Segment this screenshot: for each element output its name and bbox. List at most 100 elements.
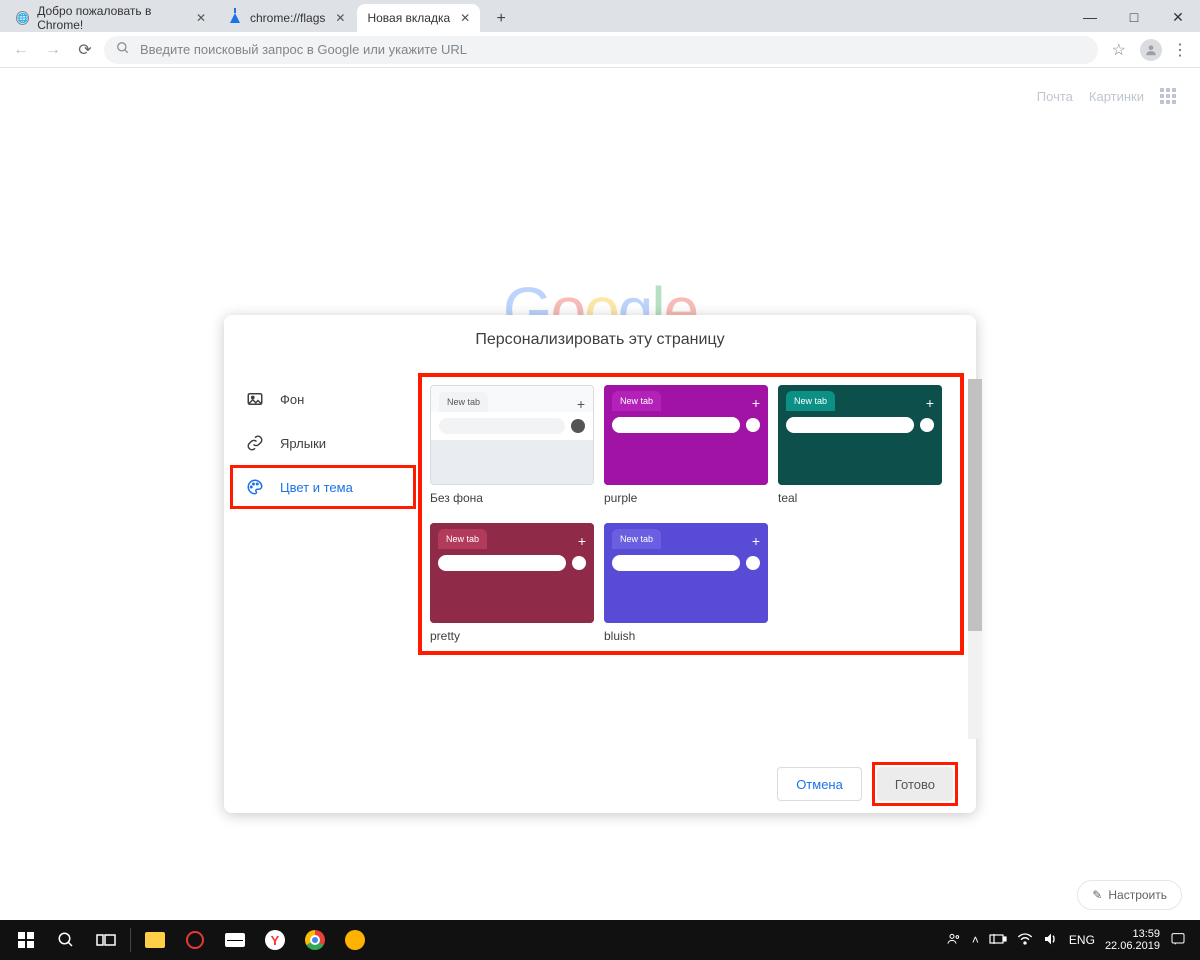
avatar-icon	[746, 556, 760, 570]
battery-icon[interactable]	[989, 933, 1007, 948]
images-link[interactable]: Картинки	[1089, 89, 1144, 104]
globe-icon: 🌐	[16, 11, 29, 25]
sidebar-label: Фон	[280, 392, 304, 407]
people-icon[interactable]	[946, 931, 962, 950]
theme-preview-omnibox	[612, 555, 740, 571]
tray-chevron-icon[interactable]: ˄	[972, 933, 979, 947]
browser-toolbar: ← → ⟳ Введите поисковый запрос в Google …	[0, 32, 1200, 68]
sidebar-item-color-theme[interactable]: Цвет и тема	[224, 465, 410, 509]
chrome-menu-button[interactable]: ⋮	[1168, 40, 1192, 60]
avatar-icon	[572, 556, 586, 570]
tab-flags[interactable]: chrome://flags ✕	[218, 4, 355, 32]
tab-welcome[interactable]: 🌐 Добро пожаловать в Chrome! ✕	[6, 4, 216, 32]
volume-icon[interactable]	[1043, 932, 1059, 949]
taskbar-app-chrome[interactable]	[295, 920, 335, 960]
tray-clock[interactable]: 13:59 22.06.2019	[1105, 928, 1160, 952]
theme-preview-tab: New tab	[612, 529, 661, 549]
close-icon[interactable]: ✕	[196, 11, 206, 25]
tab-title: Добро пожаловать в Chrome!	[37, 4, 186, 32]
windows-taskbar: Y ˄ ENG 13:59 22.06.2019	[0, 920, 1200, 960]
search-icon	[116, 41, 130, 58]
apps-grid-icon[interactable]	[1160, 88, 1176, 104]
reload-button[interactable]: ⟳	[72, 37, 98, 63]
theme-label: purple	[604, 491, 768, 505]
omnibox-placeholder: Введите поисковый запрос в Google или ук…	[140, 42, 467, 57]
taskbar-app-yandex[interactable]: Y	[255, 920, 295, 960]
theme-grid: New tab + Без фона New tab + purple	[430, 385, 952, 643]
new-tab-page: Почта Картинки Google ✎ Настроить Персон…	[0, 68, 1200, 920]
start-button[interactable]	[6, 920, 46, 960]
annotation-highlight: New tab + Без фона New tab + purple	[418, 373, 964, 655]
forward-button[interactable]: →	[40, 37, 66, 63]
sidebar-label: Ярлыки	[280, 436, 326, 451]
theme-option[interactable]: New tab + purple	[604, 385, 768, 505]
done-button[interactable]: Готово	[877, 767, 953, 801]
dialog-footer: Отмена Готово	[224, 755, 976, 813]
avatar-icon	[920, 418, 934, 432]
sidebar-label: Цвет и тема	[280, 480, 353, 495]
dialog-title: Персонализировать эту страницу	[224, 315, 976, 373]
taskbar-app-mail[interactable]	[215, 920, 255, 960]
taskbar-app-explorer[interactable]	[135, 920, 175, 960]
tray-time: 13:59	[1105, 928, 1160, 940]
theme-preview-tab: New tab	[612, 391, 661, 411]
back-button[interactable]: ←	[8, 37, 34, 63]
annotation-highlight: Готово	[872, 762, 958, 806]
plus-icon: +	[578, 533, 586, 549]
theme-preview-omnibox	[786, 417, 914, 433]
theme-label: bluish	[604, 629, 768, 643]
theme-preview-omnibox	[438, 555, 566, 571]
profile-avatar[interactable]	[1140, 39, 1162, 61]
notifications-icon[interactable]	[1170, 931, 1186, 950]
tray-date: 22.06.2019	[1105, 940, 1160, 952]
customize-button[interactable]: ✎ Настроить	[1077, 880, 1182, 910]
plus-icon: +	[577, 396, 585, 412]
theme-preview-omnibox	[439, 418, 565, 434]
maximize-button[interactable]: □	[1112, 2, 1156, 32]
close-window-button[interactable]: ✕	[1156, 2, 1200, 32]
taskbar-app-chrome-canary[interactable]	[335, 920, 375, 960]
taskbar-app-record[interactable]	[175, 920, 215, 960]
search-button[interactable]	[46, 920, 86, 960]
taskbar-separator	[130, 928, 131, 952]
theme-option[interactable]: New tab + pretty	[430, 523, 594, 643]
plus-icon: +	[752, 395, 760, 411]
cancel-button[interactable]: Отмена	[777, 767, 862, 801]
theme-label: Без фона	[430, 491, 594, 505]
new-tab-button[interactable]: +	[488, 6, 514, 32]
minimize-button[interactable]: —	[1068, 2, 1112, 32]
palette-icon	[246, 478, 264, 496]
flask-icon	[228, 11, 242, 25]
avatar-icon	[571, 419, 585, 433]
wifi-icon[interactable]	[1017, 933, 1033, 948]
task-view-button[interactable]	[86, 920, 126, 960]
close-icon[interactable]: ✕	[460, 11, 470, 25]
bookmark-star-icon[interactable]: ☆	[1112, 40, 1126, 60]
omnibox[interactable]: Введите поисковый запрос в Google или ук…	[104, 36, 1098, 64]
theme-option[interactable]: New tab + Без фона	[430, 385, 594, 505]
ntp-top-links: Почта Картинки	[1037, 88, 1176, 104]
sidebar-item-background[interactable]: Фон	[224, 377, 410, 421]
theme-preview-tab: New tab	[786, 391, 835, 411]
system-tray: ˄ ENG 13:59 22.06.2019	[946, 928, 1194, 952]
theme-preview-tab: New tab	[439, 392, 488, 412]
sidebar-item-shortcuts[interactable]: Ярлыки	[224, 421, 410, 465]
theme-option[interactable]: New tab + bluish	[604, 523, 768, 643]
tab-title: Новая вкладка	[367, 11, 450, 25]
theme-label: teal	[778, 491, 942, 505]
dialog-main: New tab + Без фона New tab + purple	[410, 373, 976, 755]
plus-icon: +	[752, 533, 760, 549]
tab-new[interactable]: Новая вкладка ✕	[357, 4, 480, 32]
mail-link[interactable]: Почта	[1037, 89, 1073, 104]
pencil-icon: ✎	[1092, 888, 1102, 902]
scrollbar-thumb[interactable]	[968, 379, 982, 631]
language-indicator[interactable]: ENG	[1069, 933, 1095, 947]
plus-icon: +	[926, 395, 934, 411]
window-titlebar: 🌐 Добро пожаловать в Chrome! ✕ chrome://…	[0, 0, 1200, 32]
theme-preview-omnibox	[612, 417, 740, 433]
image-icon	[246, 390, 264, 408]
theme-option[interactable]: New tab + teal	[778, 385, 942, 505]
customize-label: Настроить	[1108, 888, 1167, 902]
close-icon[interactable]: ✕	[335, 11, 345, 25]
dialog-scrollbar[interactable]	[968, 379, 982, 739]
